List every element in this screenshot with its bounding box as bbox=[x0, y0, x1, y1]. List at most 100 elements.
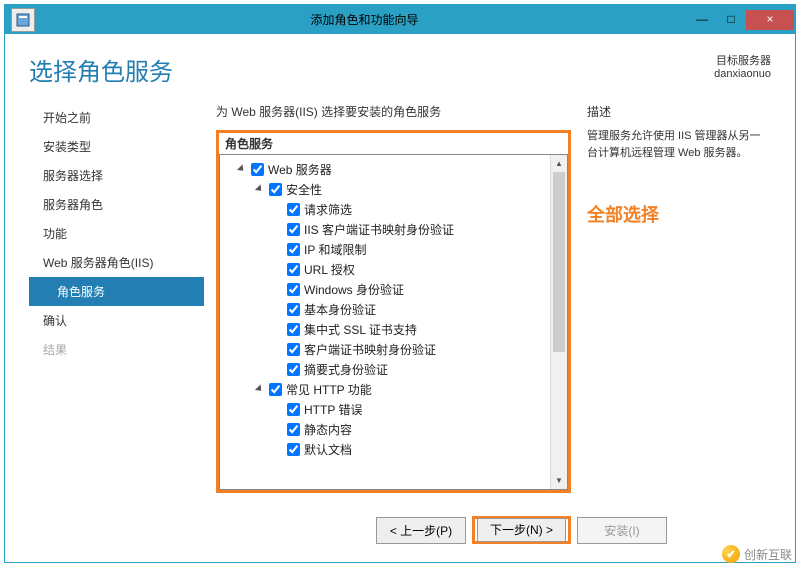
nav-server-selection[interactable]: 服务器选择 bbox=[29, 161, 204, 190]
tree-item-label[interactable]: 常见 HTTP 功能 bbox=[286, 381, 372, 398]
tree-checkbox[interactable] bbox=[287, 303, 300, 316]
tree-item-label[interactable]: Web 服务器 bbox=[268, 161, 332, 178]
tree-item-label[interactable]: HTTP 错误 bbox=[304, 401, 362, 418]
maximize-button[interactable]: □ bbox=[717, 10, 745, 30]
highlight-frame: 角色服务 Web 服务器安全性请求筛选 IIS 客户端证书映射身份验证 IP 和域限… bbox=[216, 130, 571, 493]
titlebar: 添加角色和功能向导 — □ × bbox=[5, 5, 795, 34]
tree-item-label[interactable]: 安全性 bbox=[286, 181, 322, 198]
watermark: ✔ 创新互联 bbox=[722, 545, 792, 563]
nav-web-server-iis[interactable]: Web 服务器角色(IIS) bbox=[29, 248, 204, 277]
role-services-tree: Web 服务器安全性请求筛选 IIS 客户端证书映射身份验证 IP 和域限制 URL … bbox=[219, 154, 568, 490]
tree-checkbox[interactable] bbox=[287, 443, 300, 456]
destination-server: danxiaonuo bbox=[714, 68, 771, 80]
tree-expander-blank bbox=[272, 424, 283, 435]
tree-row: 客户端证书映射身份验证 bbox=[222, 339, 548, 359]
app-icon bbox=[11, 8, 35, 32]
previous-button[interactable]: < 上一步(P) bbox=[376, 517, 466, 544]
tree-checkbox[interactable] bbox=[287, 263, 300, 276]
panel-label: 角色服务 bbox=[219, 133, 568, 154]
scroll-up-button[interactable]: ▲ bbox=[551, 155, 567, 172]
destination-info: 目标服务器 danxiaonuo bbox=[714, 52, 771, 80]
scroll-thumb[interactable] bbox=[553, 172, 565, 352]
tree-expander-blank bbox=[272, 284, 283, 295]
tree-checkbox[interactable] bbox=[287, 343, 300, 356]
tree-row: HTTP 错误 bbox=[222, 399, 548, 419]
tree-row: 常见 HTTP 功能 bbox=[222, 379, 548, 399]
tree-checkbox[interactable] bbox=[287, 363, 300, 376]
header-row: 选择角色服务 目标服务器 danxiaonuo bbox=[29, 52, 771, 87]
tree-checkbox[interactable] bbox=[251, 163, 264, 176]
window-title: 添加角色和功能向导 bbox=[41, 11, 688, 28]
tree-row: IIS 客户端证书映射身份验证 bbox=[222, 219, 548, 239]
tree-item-label[interactable]: Windows 身份验证 bbox=[304, 281, 404, 298]
wizard-window: 添加角色和功能向导 — □ × 选择角色服务 目标服务器 danxiaonuo … bbox=[4, 4, 796, 563]
tree-row: Web 服务器 bbox=[222, 159, 548, 179]
subtitle: 为 Web 服务器(IIS) 选择要安装的角色服务 bbox=[216, 103, 571, 120]
tree-row: 摘要式身份验证 bbox=[222, 359, 548, 379]
tree-expander-blank bbox=[272, 244, 283, 255]
description-panel: 描述 管理服务允许使用 IIS 管理器从另一台计算机远程管理 Web 服务器。 … bbox=[571, 103, 771, 506]
next-button[interactable]: 下一步(N) > bbox=[477, 518, 566, 542]
tree-expander-blank bbox=[272, 264, 283, 275]
tree-checkbox[interactable] bbox=[287, 203, 300, 216]
description-title: 描述 bbox=[587, 103, 771, 120]
tree-expander-blank bbox=[272, 224, 283, 235]
main-row: 开始之前 安装类型 服务器选择 服务器角色 功能 Web 服务器角色(IIS) … bbox=[29, 103, 771, 506]
close-button[interactable]: × bbox=[746, 10, 794, 30]
minimize-button[interactable]: — bbox=[688, 10, 716, 30]
nav-features[interactable]: 功能 bbox=[29, 219, 204, 248]
tree-checkbox[interactable] bbox=[269, 383, 282, 396]
tree-scroll-area[interactable]: Web 服务器安全性请求筛选 IIS 客户端证书映射身份验证 IP 和域限制 URL … bbox=[220, 155, 550, 489]
nav-confirmation[interactable]: 确认 bbox=[29, 306, 204, 335]
tree-expander-blank bbox=[272, 344, 283, 355]
tree-item-label[interactable]: 集中式 SSL 证书支持 bbox=[304, 321, 417, 338]
tree-row: 默认文档 bbox=[222, 439, 548, 459]
nav-server-roles[interactable]: 服务器角色 bbox=[29, 190, 204, 219]
nav-before-you-begin[interactable]: 开始之前 bbox=[29, 103, 204, 132]
tree-item-label[interactable]: IIS 客户端证书映射身份验证 bbox=[304, 221, 454, 238]
scroll-down-button[interactable]: ▼ bbox=[551, 472, 567, 489]
tree-item-label[interactable]: 基本身份验证 bbox=[304, 301, 376, 318]
nav-sidebar: 开始之前 安装类型 服务器选择 服务器角色 功能 Web 服务器角色(IIS) … bbox=[29, 103, 204, 506]
center-panel: 为 Web 服务器(IIS) 选择要安装的角色服务 角色服务 Web 服务器安全… bbox=[204, 103, 571, 506]
description-text: 管理服务允许使用 IIS 管理器从另一台计算机远程管理 Web 服务器。 bbox=[587, 128, 771, 161]
tree-checkbox[interactable] bbox=[287, 223, 300, 236]
tree-item-label[interactable]: 静态内容 bbox=[304, 421, 352, 438]
tree-item-label[interactable]: IP 和域限制 bbox=[304, 241, 366, 258]
tree-expander-blank bbox=[272, 444, 283, 455]
nav-installation-type[interactable]: 安装类型 bbox=[29, 132, 204, 161]
tree-row: 请求筛选 bbox=[222, 199, 548, 219]
tree-checkbox[interactable] bbox=[287, 423, 300, 436]
tree-expander-icon[interactable] bbox=[236, 164, 247, 175]
scroll-track[interactable] bbox=[551, 172, 567, 472]
tree-item-label[interactable]: 默认文档 bbox=[304, 441, 352, 458]
tree-expander-icon[interactable] bbox=[254, 184, 265, 195]
tree-checkbox[interactable] bbox=[287, 403, 300, 416]
tree-row: Windows 身份验证 bbox=[222, 279, 548, 299]
tree-expander-blank bbox=[272, 324, 283, 335]
tree-row: URL 授权 bbox=[222, 259, 548, 279]
tree-expander-blank bbox=[272, 204, 283, 215]
tree-item-label[interactable]: 客户端证书映射身份验证 bbox=[304, 341, 436, 358]
page-title: 选择角色服务 bbox=[29, 52, 173, 87]
tree-item-label[interactable]: 请求筛选 bbox=[304, 201, 352, 218]
footer-buttons: < 上一步(P) 下一步(N) > 安装(I) 取消 bbox=[29, 506, 771, 550]
nav-role-services[interactable]: 角色服务 bbox=[29, 277, 204, 306]
tree-expander-blank bbox=[272, 404, 283, 415]
tree-item-label[interactable]: URL 授权 bbox=[304, 261, 355, 278]
vertical-scrollbar[interactable]: ▲ ▼ bbox=[550, 155, 567, 489]
tree-expander-blank bbox=[272, 364, 283, 375]
watermark-text: 创新互联 bbox=[744, 546, 792, 563]
tree-checkbox[interactable] bbox=[287, 323, 300, 336]
select-all-annotation: 全部选择 bbox=[587, 201, 771, 227]
tree-checkbox[interactable] bbox=[287, 243, 300, 256]
tree-row: 基本身份验证 bbox=[222, 299, 548, 319]
tree-item-label[interactable]: 摘要式身份验证 bbox=[304, 361, 388, 378]
tree-checkbox[interactable] bbox=[287, 283, 300, 296]
install-button: 安装(I) bbox=[577, 517, 667, 544]
tree-row: 安全性 bbox=[222, 179, 548, 199]
watermark-icon: ✔ bbox=[722, 545, 740, 563]
tree-checkbox[interactable] bbox=[269, 183, 282, 196]
destination-label: 目标服务器 bbox=[714, 52, 771, 68]
tree-expander-icon[interactable] bbox=[254, 384, 265, 395]
